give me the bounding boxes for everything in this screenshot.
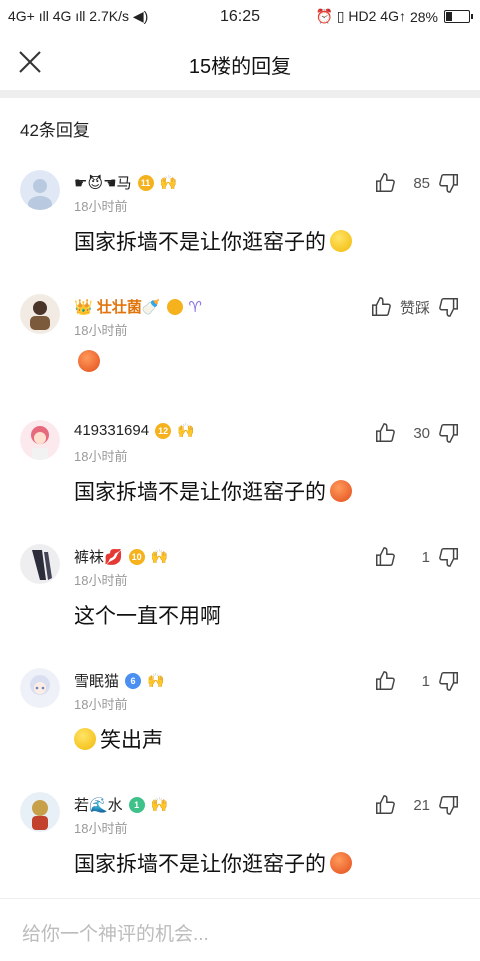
username[interactable]: 若🌊水 [74,794,123,815]
thumbs-up-icon[interactable] [374,172,396,194]
level-badge: 10 [128,548,145,565]
thumbs-up-icon[interactable] [374,546,396,568]
comment-body: 这个一直不用啊 [74,605,221,628]
comment-item: ☛😈☚马 11 🙌 18小时前 国家拆墙不是让你逛窑子的 85 [0,170,480,294]
fan-icon: 🙌 [150,548,169,564]
timestamp: 18小时前 [74,199,128,214]
avatar[interactable] [20,170,60,210]
vote-actions: 85 [374,172,460,194]
comment-text: 这个一直不用啊 [74,600,221,630]
like-count: 赞踩 [399,299,430,317]
vote-actions: 21 [374,794,460,816]
username[interactable]: 419331694 [74,422,149,439]
vote-actions: 1 [374,670,460,692]
comment-item: 裤袜💋 10 🙌 18小时前 这个一直不用啊 1 [0,544,480,668]
username[interactable]: ☛😈☚马 [74,172,132,193]
level-badge: 12 [155,422,172,439]
reply-count: 42条回复 [20,121,90,140]
battery-percent: 28% [409,8,438,25]
thumbs-down-icon[interactable] [438,794,460,816]
like-count: 30 [413,424,430,442]
like-count: 1 [421,672,430,690]
comment-item: 👑 壮壮菌🍼 ♈ 18小时前 赞踩 [0,294,480,418]
username-row: 👑 壮壮菌🍼 ♈ [74,296,202,317]
comment-body: 国家拆墙不是让你逛窑子的 [74,853,326,876]
comment-body: 国家拆墙不是让你逛窑子的 [74,231,326,254]
avatar[interactable] [20,420,60,460]
comment-body: 国家拆墙不是让你逛窑子的 [74,481,326,504]
emoji-icon [330,480,352,502]
thumbs-up-icon[interactable] [374,670,396,692]
thumbs-up-icon[interactable] [374,422,396,444]
avatar[interactable] [20,792,60,832]
emoji-icon [330,852,352,874]
status-icons: ⏰ ▯ HD2 4G↑ [315,8,406,24]
comment-body: 笑出声 [100,729,163,752]
divider [0,90,480,98]
fan-icon: 🙌 [147,672,165,688]
timestamp: 18小时前 [74,821,128,836]
battery-icon [444,10,473,23]
vote-actions: 赞踩 [370,296,460,318]
like-count: 85 [413,174,430,192]
timestamp: 18小时前 [74,449,128,464]
header: 15楼的回复 [0,34,480,90]
level-badge: 11 [137,174,154,191]
comment-text: 国家拆墙不是让你逛窑子的 [74,476,352,506]
thumbs-down-icon[interactable] [438,422,460,444]
reply-input[interactable]: 给你一个神评的机会... [22,919,209,946]
comment-text: 笑出声 [74,724,163,754]
zodiac-icon: ♈ [188,298,202,316]
timestamp: 18小时前 [74,323,128,338]
comment-text: 国家拆墙不是让你逛窑子的 [74,226,352,256]
thumbs-down-icon[interactable] [438,172,460,194]
level-badge [166,298,183,315]
page-title: 15楼的回复 [188,56,292,78]
comment-text: 国家拆墙不是让你逛窑子的 [74,848,352,878]
level-badge: 6 [125,672,142,689]
comment-item: 雪眠猫 6 🙌 18小时前 笑出声 1 [0,668,480,792]
timestamp: 18小时前 [74,697,128,712]
emoji-icon [330,230,352,252]
username-row: 雪眠猫 6 🙌 [74,670,164,691]
like-count: 1 [421,548,430,566]
level-badge: 1 [128,796,145,813]
comment-item: 419331694 12 🙌 18小时前 国家拆墙不是让你逛窑子的 30 [0,420,480,544]
avatar[interactable] [20,294,60,334]
status-right: ⏰ ▯ HD2 4G↑ 28% [315,8,473,25]
thumbs-down-icon[interactable] [438,296,460,318]
username-row: 419331694 12 🙌 [74,422,195,439]
vote-actions: 30 [374,422,460,444]
thumbs-down-icon[interactable] [438,670,460,692]
fan-icon: 🙌 [177,422,195,438]
like-count: 21 [413,796,430,814]
fan-icon: 🙌 [150,796,169,812]
username-row: 若🌊水 1 🙌 [74,794,168,815]
username[interactable]: 👑 壮壮菌🍼 [74,296,161,317]
thumbs-up-icon[interactable] [374,794,396,816]
emoji-icon [74,728,96,750]
thumbs-down-icon[interactable] [438,546,460,568]
status-bar: 4G+ ıll 4G ıll 2.7K/s ◀) 16:25 ⏰ ▯ HD2 4… [0,0,480,34]
username-row: 裤袜💋 10 🙌 [74,546,168,567]
fan-icon: 🙌 [159,174,177,190]
comment-text [74,350,100,372]
emoji-icon [78,350,100,372]
avatar[interactable] [20,668,60,708]
username[interactable]: 雪眠猫 [74,670,119,691]
thumbs-up-icon[interactable] [370,296,392,318]
timestamp: 18小时前 [74,573,128,588]
username[interactable]: 裤袜💋 [74,546,123,567]
vote-actions: 1 [374,546,460,568]
reply-bar: 给你一个神评的机会... [0,898,480,961]
username-row: ☛😈☚马 11 🙌 [74,172,177,193]
avatar[interactable] [20,544,60,584]
